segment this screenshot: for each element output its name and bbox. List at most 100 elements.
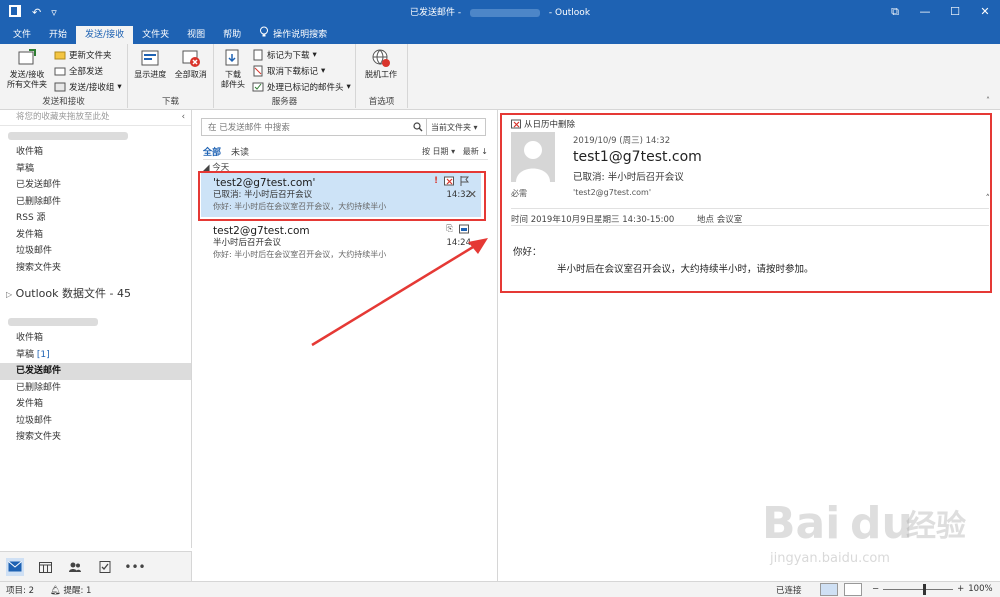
process-marked-headers-button[interactable]: 处理已标记的邮件头 ▾ [252,80,351,94]
filter-unread[interactable]: 未读 [231,145,249,158]
message-subject: 已取消: 半小时后召开会议 [213,190,313,200]
reminder-count[interactable]: 🔔︎ 提醒: 1 [50,584,91,596]
outlook-logo-icon [8,4,22,21]
globe-offline-icon [372,49,390,67]
tell-me-search[interactable]: 操作说明搜索 [250,26,336,44]
window-title: 已发送邮件 - - Outlook [409,8,591,18]
folder-search[interactable]: 搜索文件夹 [0,260,191,277]
chevron-down-icon: ▾ [321,66,326,76]
delete-message-icon[interactable]: ✕ [468,189,477,200]
search-scope-dropdown[interactable]: 当前文件夹 ▾ [427,122,485,133]
account-header-1[interactable] [0,126,191,144]
mark-to-download-button[interactable]: 标记为下载 ▾ [252,48,351,62]
tab-send-receive[interactable]: 发送/接收 [76,26,134,44]
show-progress-icon [141,50,159,66]
search-box[interactable]: 在 已发送邮件 中搜索 当前文件夹 ▾ [201,118,486,136]
message-preview: 你好: 半小时后在会议室召开会议，大约持续半小 [213,250,387,259]
zoom-level: 100% [968,584,993,594]
recipient[interactable]: 'test2@g7test.com' [573,188,651,197]
filter-all[interactable]: 全部 [203,145,221,158]
folder-deleted[interactable]: 已删除邮件 [0,194,191,211]
tab-view[interactable]: 视图 [178,26,214,44]
normal-view-button[interactable] [820,583,838,596]
reading-view-button[interactable] [844,583,862,596]
undo-icon[interactable]: ↶ [32,6,41,19]
folder-inbox-2[interactable]: 收件箱 [0,330,191,347]
people-icon[interactable] [66,558,84,576]
zoom-out-icon[interactable]: − [872,584,879,594]
outlook-data-file[interactable]: ▷ Outlook 数据文件 - 45 [0,282,191,306]
group-preferences: 脱机工作 首选项 [356,44,408,108]
search-input[interactable]: 在 已发送邮件 中搜索 [202,121,409,133]
folder-inbox[interactable]: 收件箱 [0,144,191,161]
quick-access-dropdown-icon[interactable]: ▿ [51,6,57,19]
tab-file[interactable]: 文件 [4,26,40,44]
reading-pane: 从日历中删除 2019/10/9 (周三) 14:32 test1@g7test… [499,110,1000,581]
meeting-location: 地点 会议室 [697,215,743,225]
chevron-down-icon: ▾ [346,82,351,92]
folder-drafts[interactable]: 草稿 [0,161,191,178]
remove-from-calendar-button[interactable]: 从日历中删除 [511,118,575,130]
account-header-2[interactable] [0,312,191,330]
send-all-button[interactable]: 全部发送 [54,64,122,78]
sort-control[interactable]: 按 日期 ▾ 最新 ↓ [422,146,488,157]
item-count: 项目: 2 [6,585,34,596]
status-bar: 项目: 2 🔔︎ 提醒: 1 已连接 − + 100% [0,581,1000,597]
tab-home[interactable]: 开始 [40,26,76,44]
zoom-slider[interactable] [883,583,954,595]
folder-deleted-2[interactable]: 已删除邮件 [0,380,191,397]
message-list: 在 已发送邮件 中搜索 当前文件夹 ▾ 全部 未读 按 日期 ▾ 最新 ↓ ◢ … [193,110,498,581]
maximize-icon[interactable]: ☐ [940,0,970,24]
tab-help[interactable]: 帮助 [214,26,250,44]
search-icon[interactable] [409,119,427,135]
download-headers-icon [225,49,239,66]
mail-icon[interactable] [6,557,24,576]
zoom-slider-thumb[interactable] [923,583,927,595]
group-header-today[interactable]: ◢ 今天 [203,159,488,173]
more-options-icon[interactable]: ••• [124,558,145,576]
connection-status: 已连接 [776,586,802,596]
bell-icon: 🔔︎ [49,585,61,596]
close-icon[interactable]: ✕ [970,0,1000,24]
collapse-ribbon-icon[interactable]: ˄ [986,96,994,105]
send-receive-groups-button[interactable]: 发送/接收组 ▾ [54,80,122,94]
ribbon-tabs: 文件 开始 发送/接收 文件夹 视图 帮助 操作说明搜索 [0,24,1000,44]
message-item-1[interactable]: 'test2@g7test.com' 已取消: 半小时后召开会议 你好: 半小时… [201,173,481,217]
folder-sent-2[interactable]: 已发送邮件 [0,363,191,380]
folder-search-2[interactable]: 搜索文件夹 [0,429,191,446]
group-send-receive: 发送/接收 所有文件夹 更新文件夹 全部发送 发送/接收组 ▾ 发送和接收 [0,44,128,108]
zoom-in-icon[interactable]: + [957,584,964,594]
folder-outbox[interactable]: 发件箱 [0,227,191,244]
sender-address[interactable]: test1@g7test.com [573,149,702,165]
folder-junk[interactable]: 垃圾邮件 [0,243,191,260]
group-download: 显示进度 全部取消 下载 [128,44,214,108]
collapse-group-icon: ◢ [203,163,210,173]
navigation-bar: ••• [0,551,192,581]
calendar-icon[interactable] [36,558,54,576]
update-folder-button[interactable]: 更新文件夹 [54,48,122,62]
minimize-icon[interactable]: — [910,0,940,24]
message-from: test2@g7test.com [213,225,310,237]
tasks-icon[interactable] [96,558,114,576]
collapse-pane-icon[interactable]: ‹ [182,110,185,124]
message-preview: 你好: 半小时后在会议室召开会议，大约持续半小 [213,202,387,211]
send-receive-icon [18,49,36,65]
chevron-down-icon: ▾ [117,82,122,92]
folder-rss[interactable]: RSS 源 [0,210,191,227]
update-folder-icon [54,51,66,60]
ribbon-display-icon[interactable]: ⧉ [880,0,910,24]
mark-download-icon [253,49,263,61]
folder-outbox-2[interactable]: 发件箱 [0,396,191,413]
folder-drafts-2[interactable]: 草稿 [1] [0,347,191,364]
message-item-2[interactable]: test2@g7test.com 半小时后召开会议 你好: 半小时后在会议室召开… [201,221,481,265]
collapse-header-icon[interactable]: ˄ [986,194,991,204]
folder-junk-2[interactable]: 垃圾邮件 [0,413,191,430]
message-subject-heading: 已取消: 半小时后召开会议 [573,172,684,183]
chevron-down-icon: ▾ [473,122,478,132]
unmark-download-button[interactable]: 取消下载标记 ▾ [252,64,351,78]
chevron-down-icon: ▾ [312,50,317,60]
tab-folder[interactable]: 文件夹 [133,26,178,44]
unmark-download-icon [253,65,263,77]
message-date: 2019/10/9 (周三) 14:32 [573,136,671,146]
folder-sent[interactable]: 已发送邮件 [0,177,191,194]
